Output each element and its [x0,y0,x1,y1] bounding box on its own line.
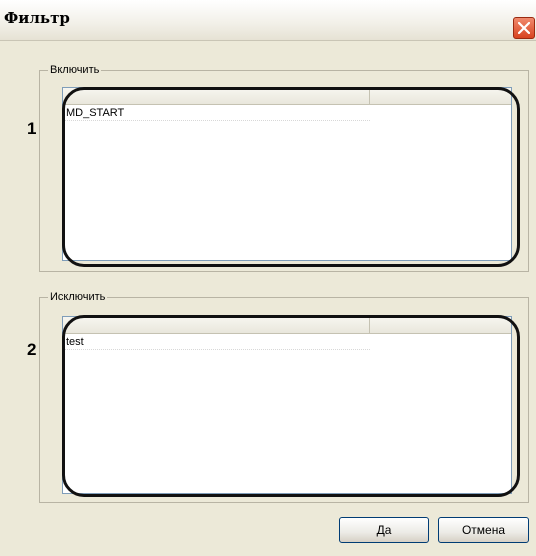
exclude-list-column-header-2[interactable] [370,317,511,334]
close-button[interactable] [513,17,535,39]
exclude-list[interactable]: test [62,316,512,494]
filter-dialog: Фильтр Включить MD_START 1 Исключить tes… [0,0,536,556]
callout-number-1: 1 [27,119,37,138]
exclude-group: Исключить test [39,290,529,503]
cancel-button[interactable]: Отмена [438,517,529,543]
title-bar: Фильтр [0,0,536,41]
close-icon [518,22,530,34]
list-item[interactable]: test [64,335,370,350]
exclude-list-column-header-1[interactable] [63,317,370,334]
include-list-column-header-2[interactable] [370,88,511,105]
list-item[interactable]: MD_START [64,106,370,121]
exclude-group-label: Исключить [48,290,108,304]
include-list[interactable]: MD_START [62,87,512,261]
ok-button[interactable]: Да [339,517,429,543]
include-group-label: Включить [48,63,102,77]
include-group: Включить MD_START [39,63,529,272]
callout-number-2: 2 [27,340,37,359]
include-list-column-header-1[interactable] [63,88,370,105]
window-title: Фильтр [4,9,70,27]
